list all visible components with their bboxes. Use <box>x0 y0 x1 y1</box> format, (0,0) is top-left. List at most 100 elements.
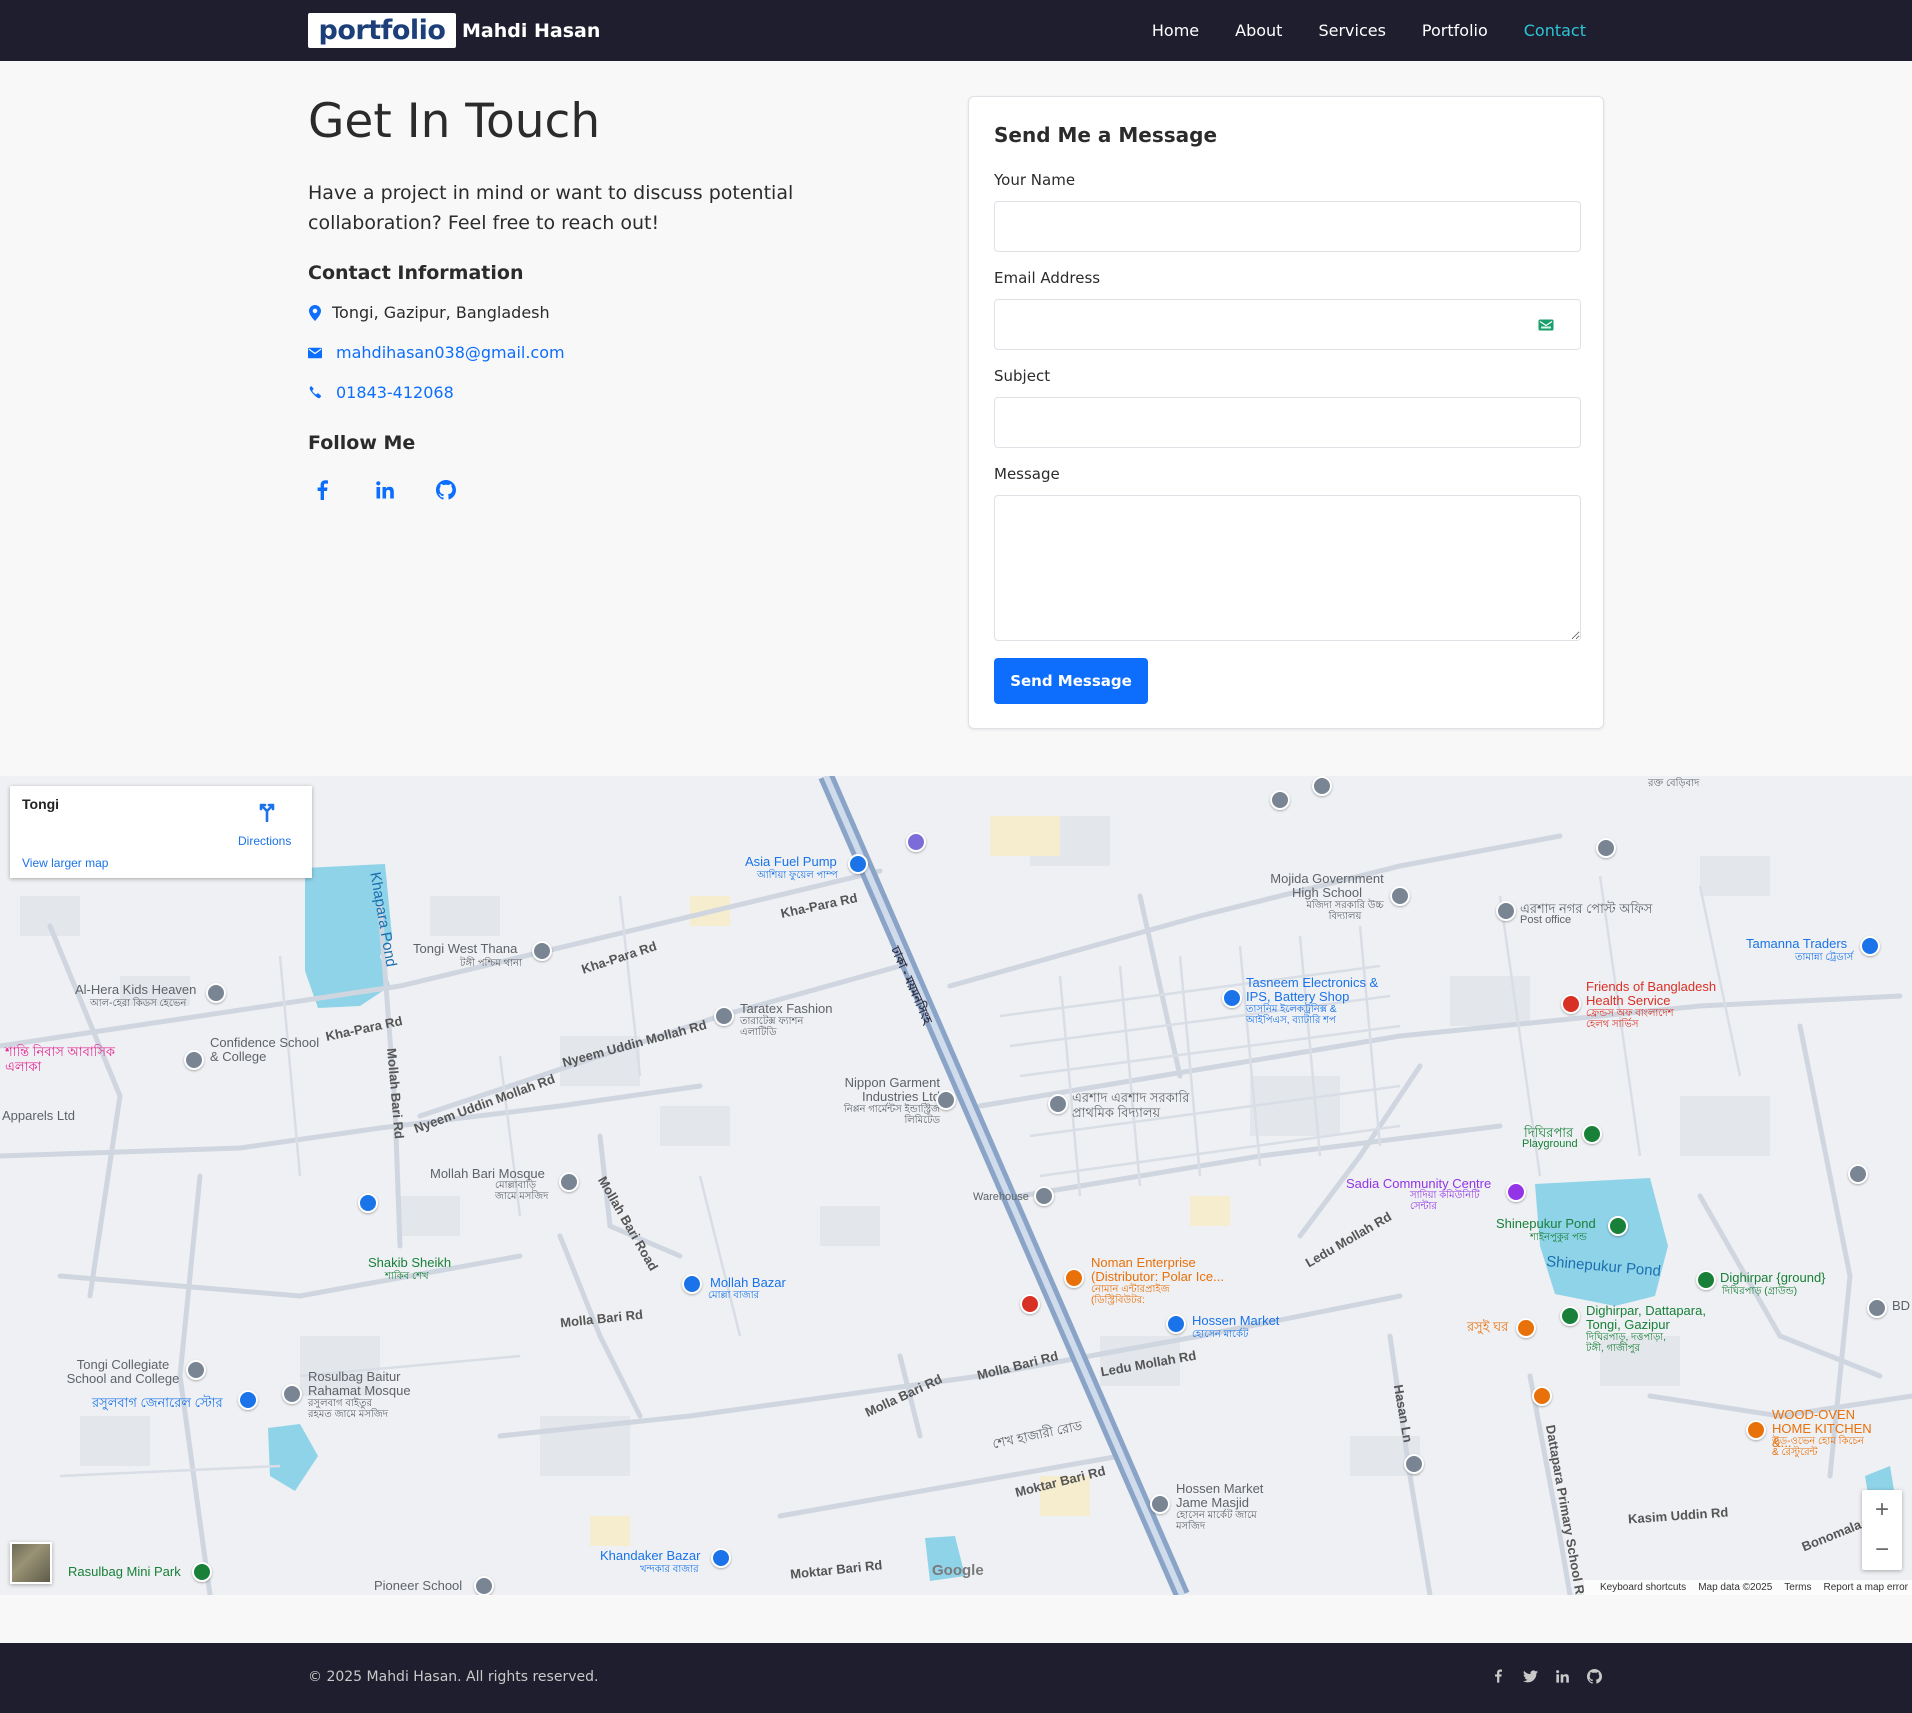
map-label-tongi-west-thana[interactable]: Tongi West Thana <box>413 941 517 956</box>
shop-pin-icon-2[interactable] <box>1222 988 1242 1008</box>
shop-pin-icon-3[interactable] <box>1166 1314 1186 1334</box>
park-pin-icon-2[interactable] <box>192 1562 212 1582</box>
directions-icon[interactable] <box>256 800 278 822</box>
brand[interactable]: portfolio Mahdi Hasan <box>308 13 600 48</box>
terms-link[interactable]: Terms <box>1784 1582 1811 1593</box>
school-pin-icon-7[interactable] <box>474 1576 494 1595</box>
nav-link-contact[interactable]: Contact <box>1524 21 1586 40</box>
hospital-pin-icon[interactable] <box>1561 994 1581 1014</box>
shop-pin-icon-5[interactable] <box>358 1193 378 1213</box>
park-pin-icon[interactable] <box>1582 1124 1602 1144</box>
email-input[interactable] <box>994 299 1581 350</box>
restaurant-pin-icon-2[interactable] <box>1516 1318 1536 1338</box>
subject-input[interactable] <box>994 397 1581 448</box>
github-icon[interactable] <box>436 478 496 502</box>
map-label-tamanna[interactable]: Tamanna Traders <box>1746 936 1847 951</box>
cafe-pin-icon[interactable] <box>1532 1386 1552 1406</box>
satellite-toggle[interactable] <box>10 1542 52 1584</box>
shop-pin-icon-6[interactable] <box>238 1390 258 1410</box>
map-label-noman[interactable]: Noman Enterprise (Distributor: Polar Ice… <box>1091 1256 1231 1284</box>
school-pin-icon[interactable] <box>206 983 226 1003</box>
zoom-in-button[interactable]: + <box>1862 1490 1902 1530</box>
place-pin-icon-3[interactable] <box>1560 1306 1580 1326</box>
map-label-dighirpar-ground[interactable]: Dighirpar {ground} <box>1720 1270 1826 1285</box>
nav-link-about[interactable]: About <box>1235 21 1282 40</box>
map-label-dighirpar-dattapara[interactable]: Dighirpar, Dattapara, Tongi, Gazipur <box>1586 1304 1706 1332</box>
message-textarea[interactable] <box>994 495 1581 641</box>
fuel-pin-icon[interactable] <box>848 854 868 874</box>
facebook-icon[interactable] <box>1490 1667 1506 1685</box>
mosque-pin-icon-3[interactable] <box>1150 1494 1170 1514</box>
map-label-khandaker[interactable]: Khandaker Bazar <box>600 1548 700 1563</box>
school-pin-icon-4[interactable] <box>1048 1094 1068 1114</box>
phone-link[interactable]: 01843-412068 <box>336 383 454 402</box>
restaurant-pin-icon[interactable] <box>1064 1268 1084 1288</box>
map-label-hossen-market[interactable]: Hossen Market <box>1192 1313 1279 1328</box>
place-pin-icon[interactable] <box>906 832 926 852</box>
shop-pin-icon[interactable] <box>1860 936 1880 956</box>
map-label-mojida[interactable]: Mojida Government High School <box>1262 872 1392 900</box>
facebook-icon[interactable] <box>316 478 376 502</box>
map-label-shakib[interactable]: Shakib Sheikh <box>368 1255 451 1270</box>
nav-link-portfolio[interactable]: Portfolio <box>1422 21 1488 40</box>
community-pin-icon[interactable] <box>1506 1182 1526 1202</box>
linkedin-icon[interactable] <box>1554 1667 1570 1685</box>
pond-pin-icon[interactable] <box>1608 1216 1628 1236</box>
mosque-pin-icon-2[interactable] <box>282 1384 302 1404</box>
map-label-warehouse[interactable]: Warehouse <box>973 1191 1029 1203</box>
send-message-button[interactable]: Send Message <box>994 658 1148 704</box>
market-pin-icon[interactable] <box>711 1548 731 1568</box>
nav-link-services[interactable]: Services <box>1318 21 1385 40</box>
ground-pin-icon[interactable] <box>1696 1270 1716 1290</box>
map-label-shanti[interactable]: শান্তি নিবাস আবাসিক এলাকা <box>5 1044 115 1074</box>
map-label-taratex[interactable]: Taratex Fashion <box>740 1001 833 1016</box>
email-link[interactable]: mahdihasan038@gmail.com <box>336 343 565 362</box>
nav-link-home[interactable]: Home <box>1152 21 1199 40</box>
place-pin-icon-2[interactable] <box>714 1006 734 1026</box>
mosque-pin-icon[interactable] <box>559 1172 579 1192</box>
hospital-pin-icon-2[interactable] <box>1020 1294 1040 1314</box>
directions-link[interactable]: Directions <box>238 834 291 848</box>
school-pin-icon-5[interactable] <box>186 1360 206 1380</box>
autofill-icon[interactable] <box>1538 318 1554 336</box>
factory-pin-icon[interactable] <box>936 1090 956 1110</box>
map-label-tasneem[interactable]: Tasneem Electronics & IPS, Battery Shop <box>1246 976 1386 1004</box>
map-label-apparels[interactable]: Apparels Ltd <box>2 1108 75 1123</box>
linkedin-icon[interactable] <box>376 478 436 502</box>
place-pin-icon-4[interactable] <box>1867 1298 1887 1318</box>
school-pin-icon-3[interactable] <box>1390 886 1410 906</box>
shop-pin-icon-4[interactable] <box>682 1274 702 1294</box>
map-label-tongi-collegiate[interactable]: Tongi Collegiate School and College <box>58 1358 188 1386</box>
map-label-rasulbag-store[interactable]: রসুলবাগ জেনারেল স্টোর <box>92 1394 223 1415</box>
restaurant-pin-icon-3[interactable] <box>1746 1420 1766 1440</box>
map-label-bd[interactable]: BD <box>1892 1298 1910 1313</box>
map-label-rasui-ghar[interactable]: রসুই ঘর <box>1467 1318 1508 1339</box>
brand-name[interactable]: Mahdi Hasan <box>462 20 600 42</box>
name-input[interactable] <box>994 201 1581 252</box>
logo[interactable]: portfolio <box>308 13 456 48</box>
map-label-rasulbag-park[interactable]: Rasulbag Mini Park <box>68 1564 181 1579</box>
police-pin-icon[interactable] <box>532 941 552 961</box>
map-embed[interactable]: Khapara Pond Asia Fuel Pump আশিয়া ফুয়ে… <box>0 776 1912 1595</box>
school-pin-icon-6[interactable] <box>1404 1454 1424 1474</box>
warehouse-pin-icon[interactable] <box>1034 1186 1054 1206</box>
map-label-nippon[interactable]: Nippon Garment Industries Ltd <box>830 1076 940 1104</box>
github-icon[interactable] <box>1586 1667 1602 1685</box>
map-label-pioneer[interactable]: Pioneer School <box>374 1578 462 1593</box>
map-label-rosulbag-mosque[interactable]: Rosulbag Baitur Rahamat Mosque <box>308 1370 418 1398</box>
report-error-link[interactable]: Report a map error <box>1824 1582 1908 1593</box>
view-larger-map-link[interactable]: View larger map <box>22 856 108 870</box>
map-label-ershad-school[interactable]: এরশাদ এরশাদ সরকারি প্রাথমিক বিদ্যালয় <box>1072 1090 1202 1120</box>
map-label-shinepukur[interactable]: Shinepukur Pond <box>1496 1216 1596 1231</box>
mosque-pin-icon-5[interactable] <box>1848 1164 1868 1184</box>
map-label-friends[interactable]: Friends of Bangladesh Health Service <box>1586 980 1736 1008</box>
map-label-hossen-masjid[interactable]: Hossen Market Jame Masjid <box>1176 1482 1266 1510</box>
map-label-mollah-bari-mosque[interactable]: Mollah Bari Mosque <box>430 1166 545 1181</box>
school-pin-icon-8[interactable] <box>1270 790 1290 810</box>
post-office-pin-icon[interactable] <box>1496 901 1516 921</box>
mosque-pin-icon-4[interactable] <box>1312 776 1332 796</box>
school-pin-icon-2[interactable] <box>184 1050 204 1070</box>
map-label-confidence[interactable]: Confidence School & College <box>210 1036 320 1064</box>
map-label-al-hera[interactable]: Al-Hera Kids Heaven <box>75 982 196 997</box>
map-label-sadia[interactable]: Sadia Community Centre <box>1346 1176 1491 1191</box>
